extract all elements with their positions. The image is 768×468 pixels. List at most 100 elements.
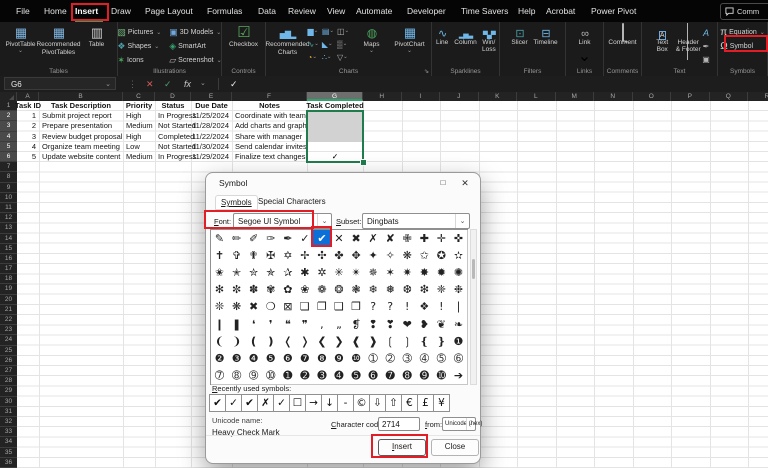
row-header-7[interactable]: 7 [0, 162, 17, 173]
row-header-23[interactable]: 23 [0, 325, 17, 336]
symbol-cell[interactable]: ✷ [398, 264, 417, 283]
symbol-cell[interactable]: ! [432, 298, 451, 317]
fill-handle[interactable] [360, 159, 367, 167]
ribbon-tab-draw[interactable]: Draw [111, 0, 131, 22]
symbol-cell[interactable]: ! [398, 298, 417, 317]
symbol-cell[interactable]: ✎ [211, 230, 230, 249]
symbol-cell[interactable]: ✒ [279, 230, 298, 249]
symbol-cell[interactable]: ✲ [313, 264, 332, 283]
chevron-down-icon[interactable]: ⌄ [327, 54, 332, 60]
area-chart-button[interactable]: ◣ ⌄ [322, 39, 334, 49]
symbol-cell[interactable]: ❾ [330, 349, 349, 368]
symbol-cell[interactable]: ➋ [296, 366, 315, 385]
recent-symbol-cell[interactable]: ✓ [225, 394, 242, 412]
column-header-a[interactable]: A [17, 92, 39, 101]
recent-symbol-cell[interactable]: ↓ [321, 394, 338, 412]
hierarchy-chart-button[interactable]: ▤ ⌄ [322, 26, 334, 36]
row-header-3[interactable]: 3 [0, 121, 17, 132]
symbol-cell[interactable]: ✧ [381, 247, 400, 266]
icons-button[interactable]: ✶ Icons [117, 55, 161, 66]
symbol-cell[interactable]: ➑ [398, 366, 417, 385]
row-header-31[interactable]: 31 [0, 407, 17, 417]
symbol-cell[interactable]: ➇ [228, 366, 247, 385]
pivottable-chevron-icon[interactable]: ⌄ [18, 48, 23, 54]
chevron-down-icon[interactable]: ⌄ [312, 54, 317, 60]
symbol-cell[interactable]: , [313, 315, 332, 334]
symbol-cell[interactable]: ➄ [432, 349, 451, 368]
text-box-button[interactable]: A Text Box [650, 23, 674, 53]
symbol-cell[interactable]: ✢ [296, 247, 315, 266]
symbol-cell[interactable]: ❚ [228, 315, 247, 334]
symbol-cell[interactable]: ✙ [398, 230, 417, 249]
object-button[interactable]: ▣ [702, 52, 710, 64]
symbol-cell[interactable]: ❖ [415, 298, 434, 317]
symbol-cell[interactable]: ❮ [313, 332, 332, 351]
symbol-cell[interactable]: ✽ [245, 281, 264, 300]
pivotchart-button[interactable]: ▦ PivotChart ⌄ [392, 23, 428, 54]
column-header-m[interactable]: M [556, 92, 594, 101]
column-header-p[interactable]: P [671, 92, 710, 101]
symbol-cell[interactable]: ➌ [313, 366, 332, 385]
symbol-button[interactable]: Ω Symbol [720, 41, 765, 52]
symbol-cell[interactable]: ✮ [245, 264, 264, 283]
column-header-n[interactable]: N [594, 92, 633, 101]
ribbon-tab-file[interactable]: File [16, 0, 30, 22]
column-header-o[interactable]: O [633, 92, 671, 101]
symbol-cell[interactable]: ✡ [279, 247, 298, 266]
symbol-cell[interactable]: ? [364, 298, 383, 317]
symbol-cell[interactable]: ❳ [398, 332, 417, 351]
name-box-chevron-icon[interactable]: ⌄ [105, 78, 111, 91]
symbol-cell[interactable]: ✑ [262, 230, 281, 249]
timeline-button[interactable]: ⊟ Timeline [533, 23, 557, 46]
recent-symbol-cell[interactable]: ⇧ [385, 394, 402, 412]
chevron-down-icon[interactable]: ⌄ [329, 28, 334, 34]
chevron-down-icon[interactable]: ⌄ [343, 41, 348, 47]
symbol-cell[interactable]: ✐ [245, 230, 264, 249]
row-header-6[interactable]: 6 [0, 151, 17, 163]
symbol-cell[interactable]: ✿ [279, 281, 298, 300]
link-button[interactable]: ∞ Link ⌄ [573, 23, 597, 66]
maps-button[interactable]: ◍ Maps ⌄ [354, 23, 390, 54]
symbol-cell[interactable]: ✛ [432, 230, 451, 249]
row-header-32[interactable]: 32 [0, 417, 17, 428]
symbol-cell[interactable]: ❭ [296, 332, 315, 351]
row-header-12[interactable]: 12 [0, 213, 17, 224]
ribbon-tab-page-layout[interactable]: Page Layout [145, 0, 193, 22]
pivotchart-chevron-icon[interactable]: ⌄ [407, 48, 412, 54]
row-header-10[interactable]: 10 [0, 193, 17, 203]
symbol-cell[interactable]: ➍ [330, 366, 349, 385]
symbol-cell[interactable]: ➓ [432, 366, 451, 385]
symbol-cell[interactable]: ➀ [364, 349, 383, 368]
symbol-cell[interactable]: ❤ [398, 315, 417, 334]
tab-symbols[interactable]: Symbols [215, 195, 258, 210]
chevron-down-icon[interactable]: ⌄ [328, 41, 333, 47]
row-header-21[interactable]: 21 [0, 305, 17, 316]
symbol-cell[interactable]: ❶ [449, 332, 468, 351]
symbol-cell[interactable]: ❦ [432, 315, 451, 334]
symbol-cell[interactable]: ✼ [228, 281, 247, 300]
scrollbar-thumb[interactable] [472, 259, 475, 279]
maximize-icon[interactable]: □ [434, 175, 452, 191]
symbol-cell[interactable]: ✓ [296, 230, 315, 249]
symbol-cell[interactable]: ❋ [228, 298, 247, 317]
symbol-cell[interactable]: ✕ [330, 230, 349, 249]
row-header-16[interactable]: 16 [0, 254, 17, 265]
symbol-cell[interactable]: ➐ [381, 366, 400, 385]
subset-chevron-icon[interactable]: ⌄ [455, 214, 469, 228]
symbol-cell[interactable]: ✯ [262, 264, 281, 283]
column-header-d[interactable]: D [155, 92, 191, 101]
column-header-c[interactable]: C [123, 92, 155, 101]
row-header-11[interactable]: 11 [0, 203, 17, 214]
row-header-26[interactable]: 26 [0, 356, 17, 367]
symbol-cell[interactable]: ✞ [228, 247, 247, 266]
symbol-cell[interactable]: ✘ [381, 230, 400, 249]
ribbon-tab-acrobat[interactable]: Acrobat [546, 0, 575, 22]
recent-symbol-cell[interactable]: © [353, 394, 370, 412]
symbol-cell[interactable]: ❑ [330, 298, 349, 317]
symbol-cell[interactable]: ➁ [381, 349, 400, 368]
recent-symbol-cell[interactable]: → [305, 394, 322, 412]
column-header-k[interactable]: K [479, 92, 517, 101]
column-header-j[interactable]: J [440, 92, 479, 101]
symbol-cell[interactable]: ✹ [432, 264, 451, 283]
row-header-25[interactable]: 25 [0, 346, 17, 356]
